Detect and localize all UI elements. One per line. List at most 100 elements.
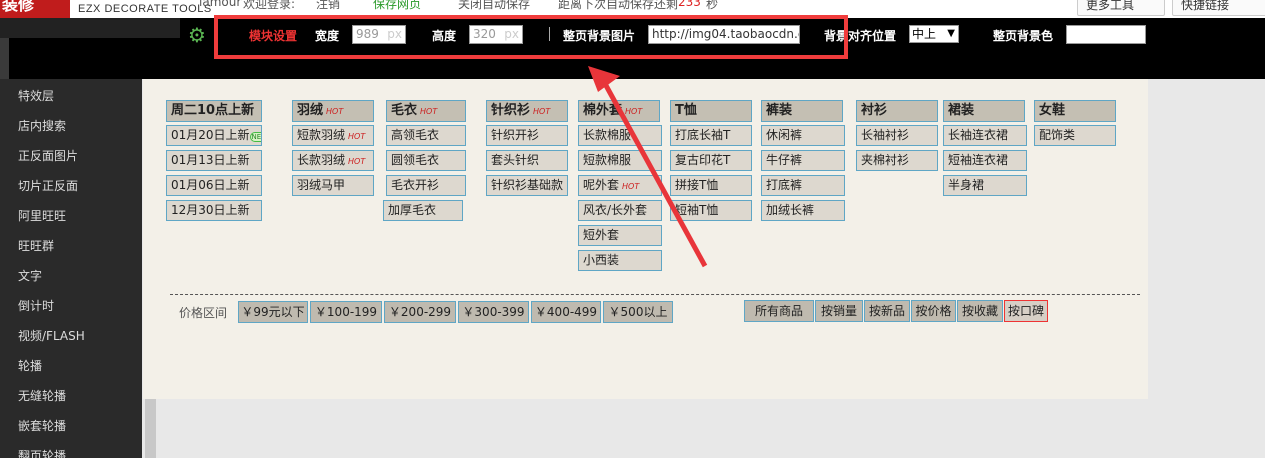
sidebar-item[interactable]: 翻页轮播 — [18, 447, 66, 458]
sort-button[interactable]: 按价格 — [911, 300, 956, 322]
category-item[interactable]: 牛仔裤 — [761, 150, 845, 171]
sort-button[interactable]: 按收藏 — [957, 300, 1003, 322]
category-item[interactable]: 休闲裤 — [761, 125, 845, 146]
sidebar-item[interactable]: 嵌套轮播 — [18, 417, 66, 434]
shortcuts-button[interactable]: 快捷链接 — [1172, 0, 1265, 16]
category-heading-label: T恤 — [675, 103, 697, 118]
category-item[interactable]: 短外套 — [578, 225, 662, 246]
category-heading-label: 裙装 — [948, 103, 975, 118]
gear-icon[interactable]: ⚙ — [186, 24, 208, 46]
category-item-label: 高领毛衣 — [391, 128, 440, 142]
bg-color-input[interactable] — [1066, 25, 1146, 44]
category-item[interactable]: 加绒长裤 — [761, 200, 845, 221]
category-heading[interactable]: 周二10点上新 — [166, 100, 262, 122]
category-item-label: 休闲裤 — [766, 128, 803, 142]
category-heading[interactable]: 裤装 — [761, 100, 843, 122]
category-item[interactable]: 短款棉服 — [578, 150, 662, 171]
category-item[interactable]: 毛衣开衫 — [386, 175, 466, 196]
category-item-label: 01月20日上新 — [171, 128, 250, 142]
category-heading[interactable]: 羽绒 HOT — [292, 100, 374, 122]
bg-color-label: 整页背景色 — [993, 29, 1054, 43]
username: lamour — [199, 0, 242, 9]
sidebar-item[interactable]: 无缝轮播 — [18, 387, 66, 404]
price-range-button[interactable]: ￥500以上 — [603, 301, 673, 323]
hot-badge: HOT — [348, 157, 366, 166]
category-item[interactable]: 打底裤 — [761, 175, 845, 196]
price-range-button[interactable]: ￥300-399 — [458, 301, 529, 323]
category-item[interactable]: 长袖衬衫 — [856, 125, 938, 146]
price-range-button[interactable]: ￥99元以下 — [238, 301, 308, 323]
autosave-toggle[interactable]: 关闭自动保存 — [458, 0, 530, 12]
category-item[interactable]: 01月20日上新NEW — [166, 125, 262, 146]
sidebar-item[interactable]: 倒计时 — [18, 297, 54, 314]
category-item[interactable]: 短款羽绒 HOT — [292, 125, 374, 146]
toolbar-highlight-box — [214, 15, 848, 59]
category-item[interactable]: 配饰类 — [1034, 125, 1116, 146]
category-heading-label: 毛衣 — [391, 103, 418, 118]
category-heading[interactable]: 针织衫 HOT — [486, 100, 568, 122]
category-heading-label: 周二10点上新 — [171, 103, 255, 118]
price-range-button[interactable]: ￥400-499 — [531, 301, 601, 323]
more-tools-button[interactable]: 更多工具 — [1077, 0, 1165, 16]
divider-dashed — [170, 294, 1140, 295]
category-item[interactable]: 套头针织 — [486, 150, 568, 171]
category-heading[interactable]: 毛衣 HOT — [386, 100, 466, 122]
category-item[interactable]: 小西装 — [578, 250, 662, 271]
category-item[interactable]: 12月30日上新 — [166, 200, 262, 221]
category-item[interactable]: 风衣/长外套 — [578, 200, 662, 221]
hot-badge: HOT — [348, 132, 366, 141]
sidebar-item[interactable]: 店内搜索 — [18, 117, 66, 134]
category-item[interactable]: 针织衫基础款 — [486, 175, 568, 196]
sort-button[interactable]: 所有商品 — [744, 300, 814, 322]
category-item[interactable]: 高领毛衣 — [386, 125, 466, 146]
category-item[interactable]: 长袖连衣裙 — [943, 125, 1027, 146]
sidebar-item[interactable]: 文字 — [18, 267, 42, 284]
category-item[interactable]: 打底长袖T — [670, 125, 752, 146]
bg-align-value: 中上 — [912, 27, 937, 41]
category-item[interactable]: 01月13日上新 — [166, 150, 262, 171]
category-item-label: 针织衫基础款 — [491, 178, 564, 192]
category-item[interactable]: 长款羽绒 HOT — [292, 150, 374, 171]
hot-badge: HOT — [625, 107, 643, 116]
category-item[interactable]: 夹棉衬衫 — [856, 150, 938, 171]
category-item[interactable]: 呢外套 HOT — [578, 175, 662, 196]
category-item-label: 风衣/长外套 — [583, 203, 648, 217]
category-item[interactable]: 长款棉服 — [578, 125, 662, 146]
category-heading[interactable]: T恤 — [670, 100, 752, 122]
price-range-button[interactable]: ￥200-299 — [384, 301, 456, 323]
sidebar-item[interactable]: 正反面图片 — [18, 147, 78, 164]
category-item[interactable]: 复古印花T — [670, 150, 752, 171]
category-item-label: 夹棉衬衫 — [861, 153, 910, 167]
category-heading-label: 裤装 — [766, 103, 793, 118]
countdown-value: 233 — [678, 0, 701, 9]
category-item[interactable]: 羽绒马甲 — [292, 175, 374, 196]
sidebar-item[interactable]: 阿里旺旺 — [18, 207, 66, 224]
category-item[interactable]: 拼接T恤 — [670, 175, 752, 196]
sidebar-item[interactable]: 特效层 — [18, 87, 54, 104]
bg-align-select[interactable]: 中上 ▼ — [909, 25, 959, 43]
sidebar-item[interactable]: 切片正反面 — [18, 177, 78, 194]
category-item[interactable]: 加厚毛衣 — [383, 200, 463, 221]
category-item[interactable]: 01月06日上新 — [166, 175, 262, 196]
category-heading[interactable]: 衬衫 — [856, 100, 938, 122]
category-heading-label: 针织衫 — [491, 103, 531, 118]
sort-button[interactable]: 按销量 — [815, 300, 863, 322]
logout-link[interactable]: 注销 — [316, 0, 340, 12]
sidebar-item[interactable]: 旺旺群 — [18, 237, 54, 254]
category-item[interactable]: 圆领毛衣 — [386, 150, 466, 171]
category-item[interactable]: 针织开衫 — [486, 125, 568, 146]
category-heading[interactable]: 女鞋 — [1034, 100, 1116, 122]
sidebar-item[interactable]: 轮播 — [18, 357, 42, 374]
category-item[interactable]: 短袖T恤 — [670, 200, 752, 221]
sort-button[interactable]: 按口碑 — [1004, 300, 1048, 322]
save-page-button[interactable]: 保存网页 — [373, 0, 421, 12]
category-heading[interactable]: 棉外套 HOT — [578, 100, 660, 122]
category-item-label: 短款棉服 — [583, 153, 632, 167]
sidebar-item[interactable]: 视频/FLASH — [18, 327, 85, 344]
price-range-button[interactable]: ￥100-199 — [310, 301, 382, 323]
hot-badge: HOT — [420, 107, 438, 116]
category-heading[interactable]: 裙装 — [943, 100, 1025, 122]
sort-button[interactable]: 按新品 — [864, 300, 910, 322]
category-item[interactable]: 半身裙 — [943, 175, 1027, 196]
category-item[interactable]: 短袖连衣裙 — [943, 150, 1027, 171]
